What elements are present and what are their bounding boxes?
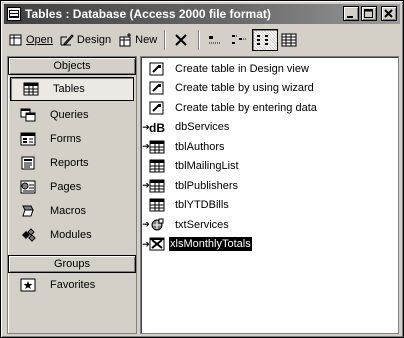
objects-item-label: Reports [50,157,89,169]
objects-item-tables[interactable]: Tables [10,77,134,101]
new-icon [117,33,133,47]
wizard-icon [149,101,165,115]
report-icon [20,156,36,170]
query-icon [20,108,36,122]
table-window-icon [7,7,21,21]
table-icon [23,82,39,96]
title-bar[interactable]: Tables : Database (Access 2000 file form… [4,4,400,24]
list-item-label: tblMailingList [175,160,239,173]
toolbar-separator [198,30,201,50]
large-icons-button[interactable] [204,29,228,51]
toolbar: Open Design New [5,27,399,53]
list-item[interactable]: tblYTDBills [141,196,398,216]
favorites-icon [20,278,36,292]
objects-item-macros[interactable]: Macros [8,199,136,223]
groups-header[interactable]: Groups [8,255,136,273]
list-view-button[interactable] [252,29,279,51]
list-item-label: tblYTDBills [175,199,229,212]
linked-table-icon [149,140,165,154]
small-icons-icon [231,33,247,47]
delete-button[interactable] [170,29,194,51]
objects-item-label: Pages [50,181,82,193]
objects-header[interactable]: Objects [8,57,136,75]
minimize-button[interactable] [343,6,359,21]
groups-item-label: Favorites [50,279,96,291]
list-item[interactable]: tblMailingList [141,157,398,177]
excel-link-icon [149,237,165,251]
list-item-label: dbServices [175,121,230,134]
close-icon [384,8,393,18]
objects-item-label: Queries [50,109,89,121]
list-item[interactable]: ➔ tblPublishers [141,176,398,196]
new-button[interactable]: New [114,29,160,51]
objects-list: Create table in Design view Create table… [140,56,399,334]
list-item-label: Create table in Design view [175,62,309,75]
list-item[interactable]: ➔ txtServices [141,215,398,235]
database-window: Tables : Database (Access 2000 file form… [0,0,404,338]
groups-section: Groups Favorites [8,255,136,297]
toolbar-separator [164,30,167,50]
minimize-icon [347,15,353,18]
list-item[interactable]: Create table by using wizard [141,79,398,99]
page-icon [20,180,36,194]
form-icon [20,132,36,146]
objects-item-reports[interactable]: Reports [8,151,136,175]
new-label: New [135,34,158,46]
objects-item-modules[interactable]: Modules [8,223,136,247]
list-item[interactable]: ➔ tblAuthors [141,137,398,157]
objects-item-pages[interactable]: Pages [8,175,136,199]
maximize-button[interactable] [361,6,377,21]
objects-bar: Objects Tables Queries Forms Reports Pag… [7,56,137,334]
list-item-label: txtServices [175,218,229,231]
details-view-icon [281,33,297,47]
macro-icon [20,204,36,218]
open-label: Open [26,34,53,46]
objects-item-forms[interactable]: Forms [8,127,136,151]
window-title: Tables : Database (Access 2000 file form… [25,7,271,21]
list-item-label: tblPublishers [175,179,238,192]
wizard-icon [149,62,165,76]
dbase-link-icon: dB [149,120,165,134]
design-button[interactable]: Design [56,29,114,51]
list-view-icon [256,33,272,47]
window-controls [343,6,397,21]
groups-item-favorites[interactable]: Favorites [8,273,136,297]
close-button[interactable] [381,6,397,21]
list-item-selected[interactable]: ➔ xlsMonthlyTotals [141,235,398,255]
list-item[interactable]: Create table by entering data [141,98,398,118]
svg-text:dB: dB [149,121,165,134]
list-item-label: Create table by entering data [175,101,317,114]
objects-item-queries[interactable]: Queries [8,103,136,127]
design-icon [59,33,75,47]
list-item[interactable]: ➔ dB dbServices [141,118,398,138]
small-icons-button[interactable] [228,29,252,51]
objects-item-label: Forms [50,133,82,145]
wizard-icon [149,81,165,95]
list-item-label: tblAuthors [175,140,225,153]
table-icon [149,198,165,212]
list-item-label: xlsMonthlyTotals [168,236,253,253]
large-icons-icon [207,33,223,47]
text-link-icon [149,218,165,232]
table-icon [149,159,165,173]
objects-item-label: Macros [50,205,87,217]
list-item[interactable]: Create table in Design view [141,59,398,79]
module-icon [20,228,36,242]
design-label: Design [76,34,112,46]
open-icon [8,33,24,47]
objects-item-label: Modules [50,229,92,241]
maximize-icon [364,8,373,18]
delete-icon [173,33,189,47]
open-button[interactable]: Open [5,29,56,51]
details-view-button[interactable] [278,29,302,51]
objects-item-label: Tables [53,83,85,95]
linked-table-icon [149,179,165,193]
list-item-label: Create table by using wizard [175,82,314,95]
